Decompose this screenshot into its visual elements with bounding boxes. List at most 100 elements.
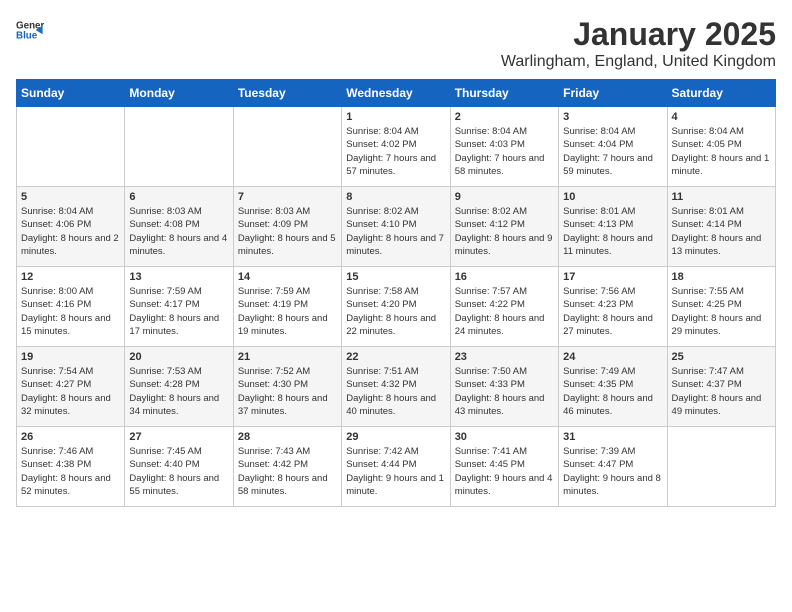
- calendar-day: 3 Sunrise: 8:04 AM Sunset: 4:04 PM Daylig…: [559, 107, 667, 187]
- day-number: 8: [346, 191, 445, 203]
- day-number: 4: [672, 111, 771, 123]
- logo-icon: General Blue: [16, 16, 44, 44]
- calendar-day: 8 Sunrise: 8:02 AM Sunset: 4:10 PM Daylig…: [342, 187, 450, 267]
- day-info: Sunrise: 8:04 AM Sunset: 4:02 PM Dayligh…: [346, 125, 445, 178]
- day-number: 6: [129, 191, 228, 203]
- day-number: 27: [129, 431, 228, 443]
- day-number: 5: [21, 191, 120, 203]
- day-number: 17: [563, 271, 662, 283]
- header-day: Sunday: [17, 80, 125, 107]
- day-number: 9: [455, 191, 554, 203]
- calendar-day: 5Sunrise: 8:04 AM Sunset: 4:06 PM Daylig…: [17, 187, 125, 267]
- day-number: 1: [346, 111, 445, 123]
- day-number: 20: [129, 351, 228, 363]
- calendar-day: 25Sunrise: 7:47 AM Sunset: 4:37 PM Dayli…: [667, 347, 775, 427]
- calendar-header: SundayMondayTuesdayWednesdayThursdayFrid…: [17, 80, 776, 107]
- day-info: Sunrise: 8:01 AM Sunset: 4:13 PM Dayligh…: [563, 205, 662, 258]
- day-info: Sunrise: 8:04 AM Sunset: 4:05 PM Dayligh…: [672, 125, 771, 178]
- day-info: Sunrise: 8:00 AM Sunset: 4:16 PM Dayligh…: [21, 285, 120, 338]
- calendar-day: 19Sunrise: 7:54 AM Sunset: 4:27 PM Dayli…: [17, 347, 125, 427]
- day-info: Sunrise: 7:41 AM Sunset: 4:45 PM Dayligh…: [455, 445, 554, 498]
- day-info: Sunrise: 7:46 AM Sunset: 4:38 PM Dayligh…: [21, 445, 120, 498]
- day-number: 28: [238, 431, 337, 443]
- day-number: 10: [563, 191, 662, 203]
- day-number: 29: [346, 431, 445, 443]
- calendar-week: 12 Sunrise: 8:00 AM Sunset: 4:16 PM Dayli…: [17, 267, 776, 347]
- day-info: Sunrise: 7:57 AM Sunset: 4:22 PM Dayligh…: [455, 285, 554, 338]
- day-info: Sunrise: 7:56 AM Sunset: 4:23 PM Dayligh…: [563, 285, 662, 338]
- empty-day: [667, 427, 775, 507]
- header-row: SundayMondayTuesdayWednesdayThursdayFrid…: [17, 80, 776, 107]
- calendar-day: 29 Sunrise: 7:42 AM Sunset: 4:44 PM Dayli…: [342, 427, 450, 507]
- calendar-day: 30 Sunrise: 7:41 AM Sunset: 4:45 PM Dayli…: [450, 427, 558, 507]
- day-info: Sunrise: 8:02 AM Sunset: 4:12 PM Dayligh…: [455, 205, 554, 258]
- calendar-day: 18 Sunrise: 7:55 AM Sunset: 4:25 PM Dayli…: [667, 267, 775, 347]
- day-info: Sunrise: 7:59 AM Sunset: 4:19 PM Dayligh…: [238, 285, 337, 338]
- empty-day: [17, 107, 125, 187]
- day-info: Sunrise: 7:49 AM Sunset: 4:35 PM Dayligh…: [563, 365, 662, 418]
- day-info: Sunrise: 8:01 AM Sunset: 4:14 PM Dayligh…: [672, 205, 771, 258]
- day-number: 15: [346, 271, 445, 283]
- calendar-day: 23 Sunrise: 7:50 AM Sunset: 4:33 PM Dayli…: [450, 347, 558, 427]
- header-day: Wednesday: [342, 80, 450, 107]
- calendar-day: 10 Sunrise: 8:01 AM Sunset: 4:13 PM Dayli…: [559, 187, 667, 267]
- page-header: General Blue January 2025 Warlingham, En…: [16, 16, 776, 71]
- day-info: Sunrise: 8:02 AM Sunset: 4:10 PM Dayligh…: [346, 205, 445, 258]
- day-info: Sunrise: 7:59 AM Sunset: 4:17 PM Dayligh…: [129, 285, 228, 338]
- calendar-day: 12 Sunrise: 8:00 AM Sunset: 4:16 PM Dayli…: [17, 267, 125, 347]
- day-info: Sunrise: 7:47 AM Sunset: 4:37 PM Dayligh…: [672, 365, 771, 418]
- calendar-day: 27 Sunrise: 7:45 AM Sunset: 4:40 PM Dayli…: [125, 427, 233, 507]
- day-number: 24: [563, 351, 662, 363]
- empty-day: [125, 107, 233, 187]
- day-number: 21: [238, 351, 337, 363]
- calendar-day: 21 Sunrise: 7:52 AM Sunset: 4:30 PM Dayli…: [233, 347, 341, 427]
- day-info: Sunrise: 7:55 AM Sunset: 4:25 PM Dayligh…: [672, 285, 771, 338]
- header-day: Monday: [125, 80, 233, 107]
- calendar-day: 7Sunrise: 8:03 AM Sunset: 4:09 PM Daylig…: [233, 187, 341, 267]
- day-info: Sunrise: 7:54 AM Sunset: 4:27 PM Dayligh…: [21, 365, 120, 418]
- calendar-day: 2 Sunrise: 8:04 AM Sunset: 4:03 PM Daylig…: [450, 107, 558, 187]
- day-number: 2: [455, 111, 554, 123]
- calendar-day: 31Sunrise: 7:39 AM Sunset: 4:47 PM Dayli…: [559, 427, 667, 507]
- calendar-day: 16 Sunrise: 7:57 AM Sunset: 4:22 PM Dayli…: [450, 267, 558, 347]
- day-info: Sunrise: 7:58 AM Sunset: 4:20 PM Dayligh…: [346, 285, 445, 338]
- day-info: Sunrise: 7:43 AM Sunset: 4:42 PM Dayligh…: [238, 445, 337, 498]
- day-number: 23: [455, 351, 554, 363]
- empty-day: [233, 107, 341, 187]
- calendar-day: 24 Sunrise: 7:49 AM Sunset: 4:35 PM Dayli…: [559, 347, 667, 427]
- calendar-day: 13 Sunrise: 7:59 AM Sunset: 4:17 PM Dayli…: [125, 267, 233, 347]
- title-area: January 2025 Warlingham, England, United…: [501, 16, 776, 71]
- day-number: 18: [672, 271, 771, 283]
- calendar-week: 26Sunrise: 7:46 AM Sunset: 4:38 PM Dayli…: [17, 427, 776, 507]
- calendar-day: 6 Sunrise: 8:03 AM Sunset: 4:08 PM Daylig…: [125, 187, 233, 267]
- header-day: Thursday: [450, 80, 558, 107]
- day-info: Sunrise: 8:04 AM Sunset: 4:04 PM Dayligh…: [563, 125, 662, 178]
- day-info: Sunrise: 8:03 AM Sunset: 4:09 PM Dayligh…: [238, 205, 337, 258]
- day-info: Sunrise: 7:53 AM Sunset: 4:28 PM Dayligh…: [129, 365, 228, 418]
- day-info: Sunrise: 7:42 AM Sunset: 4:44 PM Dayligh…: [346, 445, 445, 498]
- day-info: Sunrise: 8:04 AM Sunset: 4:03 PM Dayligh…: [455, 125, 554, 178]
- logo: General Blue: [16, 16, 44, 44]
- svg-text:Blue: Blue: [16, 30, 38, 41]
- day-number: 13: [129, 271, 228, 283]
- day-info: Sunrise: 8:03 AM Sunset: 4:08 PM Dayligh…: [129, 205, 228, 258]
- calendar-day: 11Sunrise: 8:01 AM Sunset: 4:14 PM Dayli…: [667, 187, 775, 267]
- calendar-body: 1 Sunrise: 8:04 AM Sunset: 4:02 PM Daylig…: [17, 107, 776, 507]
- calendar-day: 15 Sunrise: 7:58 AM Sunset: 4:20 PM Dayli…: [342, 267, 450, 347]
- calendar-table: SundayMondayTuesdayWednesdayThursdayFrid…: [16, 79, 776, 507]
- day-info: Sunrise: 7:52 AM Sunset: 4:30 PM Dayligh…: [238, 365, 337, 418]
- day-number: 30: [455, 431, 554, 443]
- day-info: Sunrise: 7:50 AM Sunset: 4:33 PM Dayligh…: [455, 365, 554, 418]
- day-number: 16: [455, 271, 554, 283]
- day-number: 3: [563, 111, 662, 123]
- day-number: 31: [563, 431, 662, 443]
- calendar-title: January 2025: [501, 16, 776, 53]
- header-day: Friday: [559, 80, 667, 107]
- calendar-day: 20 Sunrise: 7:53 AM Sunset: 4:28 PM Dayli…: [125, 347, 233, 427]
- calendar-week: 19Sunrise: 7:54 AM Sunset: 4:27 PM Dayli…: [17, 347, 776, 427]
- day-number: 14: [238, 271, 337, 283]
- day-number: 12: [21, 271, 120, 283]
- calendar-day: 28 Sunrise: 7:43 AM Sunset: 4:42 PM Dayli…: [233, 427, 341, 507]
- calendar-day: 17 Sunrise: 7:56 AM Sunset: 4:23 PM Dayli…: [559, 267, 667, 347]
- day-info: Sunrise: 7:45 AM Sunset: 4:40 PM Dayligh…: [129, 445, 228, 498]
